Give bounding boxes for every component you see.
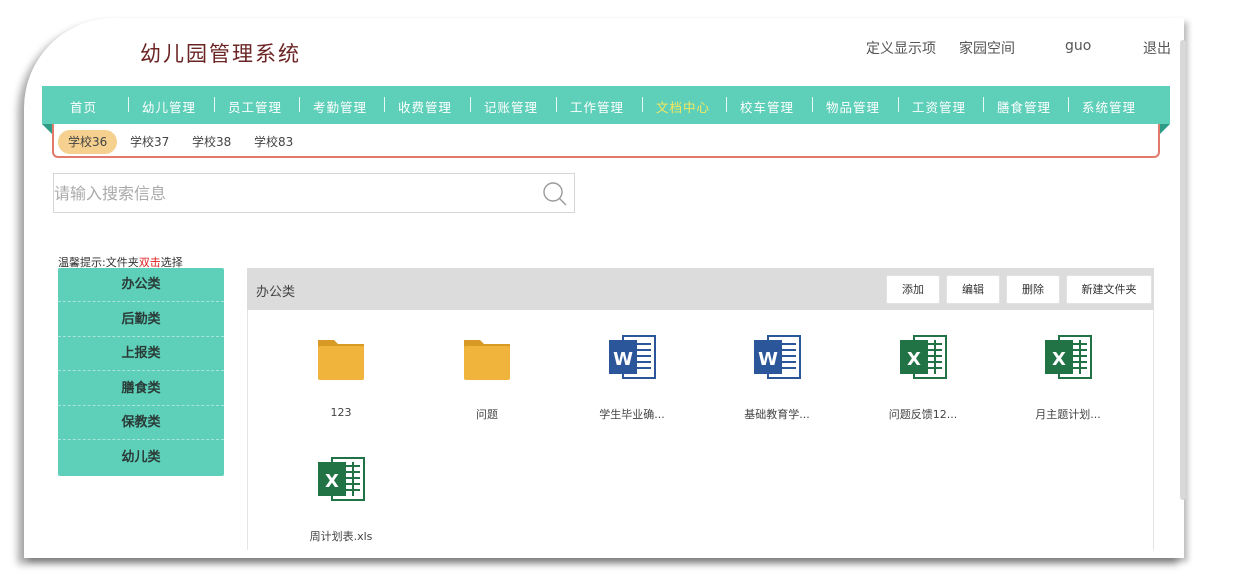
svg-text:X: X (325, 471, 339, 492)
nav-separator (898, 97, 899, 112)
app-title: 幼儿园管理系统 (140, 42, 301, 66)
nav-separator (128, 97, 129, 112)
nav-separator (1068, 97, 1069, 112)
category-item[interactable]: 上报类 (58, 337, 224, 372)
excel-icon: X (318, 457, 365, 501)
nav-item[interactable]: 幼儿管理 (142, 97, 196, 116)
school-tab[interactable]: 学校38 (182, 130, 241, 154)
excel-icon: X (1045, 335, 1092, 379)
delete-button[interactable]: 删除 (1006, 275, 1060, 304)
category-item[interactable]: 后勤类 (58, 303, 224, 337)
svg-text:X: X (907, 349, 921, 370)
folder-item[interactable]: 123 (281, 332, 401, 419)
school-tab[interactable]: 学校36 (58, 130, 118, 154)
svg-text:W: W (758, 349, 778, 370)
file-item[interactable]: W 基础教育学... (717, 332, 837, 422)
nav-item[interactable]: 工作管理 (570, 97, 624, 116)
category-item[interactable]: 办公类 (58, 268, 224, 302)
scrollbar[interactable] (1180, 40, 1186, 500)
search-input[interactable] (54, 174, 524, 212)
nav-item[interactable]: 文档中心 (656, 97, 710, 116)
category-item[interactable]: 幼儿类 (58, 441, 224, 475)
new-folder-button[interactable]: 新建文件夹 (1066, 275, 1152, 304)
svg-text:X: X (1052, 349, 1066, 370)
nav-separator (384, 97, 385, 112)
nav-item[interactable]: 记账管理 (484, 97, 538, 116)
folder-icon (318, 340, 364, 380)
search-icon[interactable] (542, 181, 568, 207)
file-label: 问题反馈12... (888, 408, 958, 421)
nav-separator (983, 97, 984, 112)
word-icon: W (609, 335, 656, 379)
file-label: 问题 (476, 408, 498, 421)
file-label: 123 (330, 406, 352, 419)
file-item[interactable]: X 周计划表.xls (281, 454, 401, 544)
logout-link[interactable]: 退出 (1143, 38, 1171, 58)
nav-separator (726, 97, 727, 112)
display-items-link[interactable]: 定义显示项 (866, 38, 936, 58)
nav-item[interactable]: 员工管理 (228, 97, 282, 116)
school-tab[interactable]: 学校37 (120, 130, 179, 154)
category-item[interactable]: 保教类 (58, 406, 224, 441)
nav-item[interactable]: 工资管理 (912, 97, 966, 116)
home-space-link[interactable]: 家园空间 (959, 38, 1015, 58)
svg-text:W: W (613, 349, 633, 370)
excel-icon: X (900, 335, 947, 379)
nav-separator (556, 97, 557, 112)
nav-separator (214, 97, 215, 112)
word-icon: W (754, 335, 801, 379)
nav-separator (299, 97, 300, 112)
nav-item[interactable]: 首页 (70, 97, 97, 116)
file-label: 周计划表.xls (309, 530, 373, 543)
nav-separator (470, 97, 471, 112)
nav-item[interactable]: 校车管理 (740, 97, 794, 116)
category-item[interactable]: 膳食类 (58, 372, 224, 406)
edit-button[interactable]: 编辑 (946, 275, 1000, 304)
file-item[interactable]: X 月主题计划... (1008, 332, 1128, 422)
nav-fold-left (42, 124, 52, 134)
file-item[interactable]: X 问题反馈12... (863, 332, 983, 422)
school-tab[interactable]: 学校83 (244, 130, 303, 154)
folder-item[interactable]: 问题 (427, 332, 547, 422)
folder-icon (464, 340, 510, 380)
file-label: 学生毕业确... (599, 408, 665, 421)
nav-item[interactable]: 系统管理 (1082, 97, 1136, 116)
nav-item[interactable]: 物品管理 (826, 97, 880, 116)
nav-item[interactable]: 考勤管理 (313, 97, 367, 116)
nav-item[interactable]: 膳食管理 (997, 97, 1051, 116)
nav-item[interactable]: 收费管理 (398, 97, 452, 116)
file-label: 月主题计划... (1035, 408, 1101, 421)
nav-separator (812, 97, 813, 112)
file-label: 基础教育学... (744, 408, 810, 421)
add-button[interactable]: 添加 (886, 275, 940, 304)
nav-fold-right (1160, 124, 1170, 134)
nav-separator (642, 97, 643, 112)
main-title: 办公类 (256, 285, 296, 300)
username: guo (1065, 38, 1092, 54)
file-item[interactable]: W 学生毕业确... (572, 332, 692, 422)
search-box (53, 173, 575, 213)
